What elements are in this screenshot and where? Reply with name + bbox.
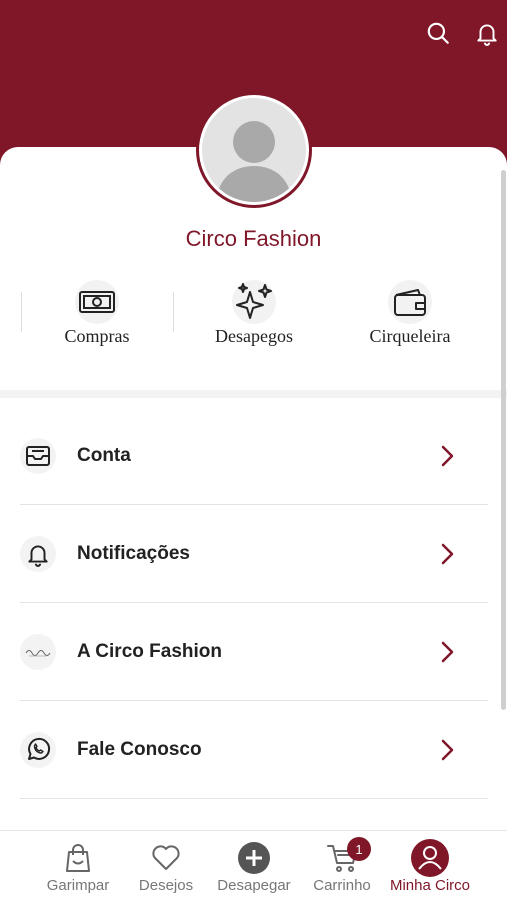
nav-label: Desapegar (217, 877, 291, 894)
circo-logo (20, 634, 56, 670)
menu-item-fale-conosco[interactable]: Fale Conosco (20, 701, 488, 799)
nav-label: Desejos (138, 877, 194, 894)
banknote-icon (75, 280, 119, 324)
nav-item-garimpar[interactable]: Garimpar (28, 841, 128, 900)
cart-icon (292, 841, 392, 875)
nav-item-desejos[interactable]: Desejos (116, 841, 216, 900)
menu-item-label: A Circo Fashion (77, 641, 222, 662)
profile-name: Circo Fashion (185, 226, 322, 251)
menu-item-label: Conta (77, 445, 131, 466)
quick-action-desapegos[interactable]: Desapegos (179, 280, 329, 350)
chevron-right-icon (441, 445, 454, 467)
avatar-placeholder-icon (202, 98, 306, 202)
nav-label: Carrinho (313, 877, 371, 894)
chevron-right-icon (441, 641, 454, 663)
quick-action-label: Compras (64, 326, 130, 346)
heart-icon (116, 841, 216, 875)
menu-item-label: Fale Conosco (77, 739, 202, 760)
plus-circle-icon (204, 841, 304, 875)
user-icon (380, 839, 480, 877)
nav-label: Garimpar (46, 877, 110, 894)
quick-action-label: Cirqueleira (369, 326, 451, 346)
bell-icon (20, 536, 56, 572)
divider (173, 292, 174, 332)
quick-action-label: Desapegos (215, 326, 293, 346)
quick-action-cirqueleira[interactable]: Cirqueleira (335, 280, 485, 350)
nav-item-desapegar[interactable]: Desapegar (204, 841, 304, 900)
shopping-bag-icon (28, 841, 128, 875)
bottom-nav: Garimpar Desejos Desapegar 1 Carrinho Mi… (0, 830, 507, 900)
whatsapp-icon (20, 732, 56, 768)
scrollbar[interactable] (501, 170, 506, 710)
sparkles-icon (232, 280, 276, 324)
nav-label: Minha Circo (389, 877, 471, 894)
section-divider (0, 390, 507, 398)
search-icon[interactable] (423, 18, 453, 48)
menu-item-notificacoes[interactable]: Notificações (20, 505, 488, 603)
menu-item-label: Notificações (77, 543, 190, 564)
inbox-icon (20, 438, 56, 474)
nav-item-carrinho[interactable]: 1 Carrinho (292, 837, 392, 900)
bell-icon[interactable] (472, 18, 502, 48)
menu-item-a-circo-fashion[interactable]: A Circo Fashion (20, 603, 488, 701)
nav-item-minha-circo[interactable]: Minha Circo (380, 839, 480, 900)
chevron-right-icon (441, 543, 454, 565)
menu-item-conta[interactable]: Conta (20, 407, 488, 505)
wallet-icon (388, 280, 432, 324)
quick-action-compras[interactable]: Compras (22, 280, 172, 350)
chevron-right-icon (441, 739, 454, 761)
avatar[interactable] (196, 92, 312, 208)
cart-count-badge: 1 (347, 837, 371, 861)
